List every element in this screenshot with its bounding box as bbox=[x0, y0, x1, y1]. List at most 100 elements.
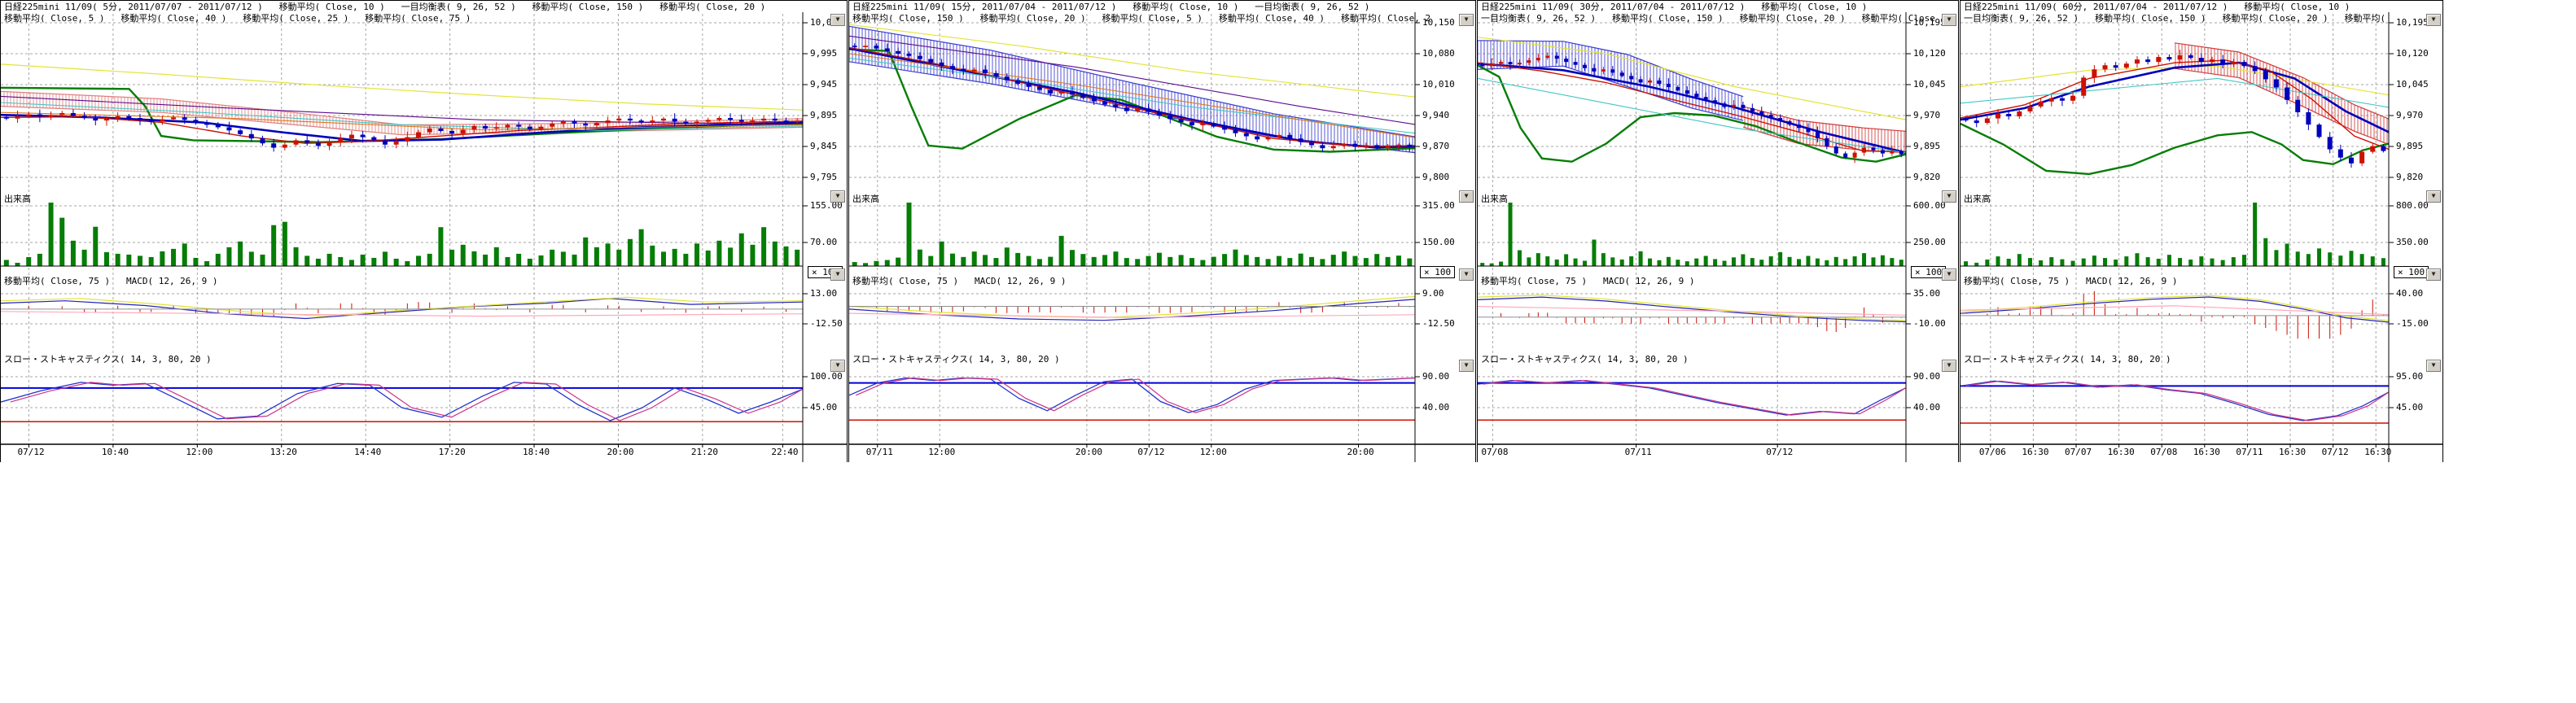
stochastic-axis-label: 100.00 bbox=[810, 372, 843, 382]
volume-section-label: 出来高 bbox=[4, 194, 31, 204]
price-axis-label: 9,895 bbox=[2396, 142, 2423, 151]
price-axis-label: 9,870 bbox=[1422, 142, 1449, 151]
time-axis-label: 20:00 bbox=[1076, 448, 1102, 457]
axis-lines bbox=[849, 12, 1476, 462]
time-axis-label: 07/12 bbox=[2322, 448, 2349, 457]
price-axis-label: 9,895 bbox=[810, 111, 837, 120]
pane-dropdown-button[interactable]: ▼ bbox=[2426, 190, 2441, 203]
price-chart-canvas[interactable] bbox=[1, 1, 848, 462]
time-axis-label: 12:00 bbox=[928, 448, 955, 457]
price-axis-label: 9,820 bbox=[2396, 172, 2423, 182]
macd-axis-label: 9.00 bbox=[1422, 289, 1444, 299]
pane-dropdown-button[interactable]: ▼ bbox=[2426, 269, 2441, 281]
pane-dropdown-button[interactable]: ▼ bbox=[1942, 360, 1956, 372]
price-axis-label: 9,800 bbox=[1422, 172, 1449, 182]
dropdown-arrow-icon: ▼ bbox=[2432, 15, 2436, 23]
stochastic-axis-label: 40.00 bbox=[1913, 403, 1940, 413]
dropdown-arrow-icon: ▼ bbox=[1947, 15, 1952, 23]
pane-dropdown-button[interactable]: ▼ bbox=[1942, 269, 1956, 281]
time-axis-label: 18:40 bbox=[523, 448, 550, 457]
time-axis-label: 14:40 bbox=[354, 448, 381, 457]
macd-section-label: 移動平均( Close, 75 ) MACD( 12, 26, 9 ) bbox=[4, 276, 218, 286]
dropdown-arrow-icon: ▼ bbox=[1947, 192, 1952, 199]
grid-lines bbox=[1, 14, 803, 444]
pane-dropdown-button[interactable]: ▼ bbox=[1942, 190, 1956, 203]
stochastic-axis-label: 40.00 bbox=[1422, 403, 1449, 413]
volume-bars bbox=[849, 203, 1415, 266]
price-axis-label: 9,970 bbox=[1913, 111, 1940, 120]
time-axis-label: 20:00 bbox=[607, 448, 633, 457]
price-axis-label: 9,895 bbox=[1913, 142, 1940, 151]
panel-title: 日経225mini 11/09( 5分, 2011/07/07 - 2011/0… bbox=[4, 2, 765, 12]
pane-dropdown-button[interactable]: ▼ bbox=[1459, 360, 1474, 372]
macd-axis-label: -12.50 bbox=[1422, 319, 1455, 329]
macd-axis-label: 40.00 bbox=[2396, 289, 2423, 299]
macd-plot bbox=[849, 296, 1415, 320]
time-axis-label: 16:30 bbox=[2108, 448, 2135, 457]
volume-axis-label: 150.00 bbox=[1422, 238, 1455, 247]
price-chart-canvas[interactable] bbox=[1960, 1, 2443, 462]
pane-dropdown-button[interactable]: ▼ bbox=[830, 269, 845, 281]
moving-average-lines bbox=[1478, 37, 1906, 162]
pane-dropdown-button[interactable]: ▼ bbox=[1459, 14, 1474, 26]
panel-title: 日経225mini 11/09( 15分, 2011/07/04 - 2011/… bbox=[852, 2, 1369, 12]
price-axis-label: 9,795 bbox=[810, 172, 837, 182]
time-axis-label: 13:20 bbox=[270, 448, 297, 457]
volume-axis-label: 70.00 bbox=[810, 238, 837, 247]
macd-axis-label: -10.00 bbox=[1913, 319, 1946, 329]
macd-axis-label: -15.00 bbox=[2396, 319, 2429, 329]
grid-lines bbox=[1478, 14, 1906, 444]
macd-section-label: 移動平均( Close, 75 ) MACD( 12, 26, 9 ) bbox=[1964, 276, 2178, 286]
volume-axis-label: 350.00 bbox=[2396, 238, 2429, 247]
stochastics-plot bbox=[849, 378, 1415, 421]
price-axis-label: 9,995 bbox=[810, 49, 837, 59]
dropdown-arrow-icon: ▼ bbox=[1465, 15, 1469, 23]
volume-bars bbox=[1, 203, 803, 266]
axis-lines bbox=[1478, 12, 1959, 462]
stochastic-axis-label: 90.00 bbox=[1422, 372, 1449, 382]
price-chart-canvas[interactable] bbox=[1478, 1, 1959, 462]
indicator-legend: 一目均衡表( 9, 26, 52 ) 移動平均( Close, 150 ) 移動… bbox=[1481, 13, 1935, 24]
indicator-legend: 移動平均( Close, 5 ) 移動平均( Close, 40 ) 移動平均(… bbox=[4, 13, 471, 24]
dropdown-arrow-icon: ▼ bbox=[1465, 192, 1469, 199]
charting-app-window: 日経225mini 11/09( 5分, 2011/07/07 - 2011/0… bbox=[0, 0, 2576, 703]
time-axis-label: 12:00 bbox=[1200, 448, 1227, 457]
volume-axis-label: 600.00 bbox=[1913, 201, 1946, 211]
pane-dropdown-button[interactable]: ▼ bbox=[830, 360, 845, 372]
price-axis-label: 10,195 bbox=[2396, 18, 2429, 28]
stochastics-section-label: スロー・ストキャスティクス( 14, 3, 80, 20 ) bbox=[1964, 354, 2171, 365]
stochastic-axis-label: 45.00 bbox=[810, 403, 837, 413]
time-axis-label: 07/08 bbox=[1481, 448, 1508, 457]
pane-dropdown-button[interactable]: ▼ bbox=[2426, 14, 2441, 26]
panel-title: 日経225mini 11/09( 60分, 2011/07/04 - 2011/… bbox=[1964, 2, 2350, 12]
stochastic-axis-label: 45.00 bbox=[2396, 403, 2423, 413]
indicator-legend: 一目均衡表( 9, 26, 52 ) 移動平均( Close, 150 ) 移動… bbox=[1964, 13, 2385, 24]
pane-dropdown-button[interactable]: ▼ bbox=[830, 14, 845, 26]
stochastics-section-label: スロー・ストキャスティクス( 14, 3, 80, 20 ) bbox=[1481, 354, 1689, 365]
time-axis-label: 16:30 bbox=[2022, 448, 2048, 457]
volume-axis-label: 315.00 bbox=[1422, 201, 1455, 211]
macd-section-label: 移動平均( Close, 75 ) MACD( 12, 26, 9 ) bbox=[852, 276, 1067, 286]
price-chart-canvas[interactable] bbox=[849, 1, 1476, 462]
volume-section-label: 出来高 bbox=[1481, 194, 1508, 204]
price-axis-label: 9,940 bbox=[1422, 111, 1449, 120]
pane-dropdown-button[interactable]: ▼ bbox=[2426, 360, 2441, 372]
volume-multiplier-badge: × 100 bbox=[1420, 266, 1455, 278]
pane-dropdown-button[interactable]: ▼ bbox=[830, 190, 845, 203]
chart-panel-30min: 日経225mini 11/09( 30分, 2011/07/04 - 2011/… bbox=[1477, 0, 1959, 462]
stochastics-plot bbox=[1, 382, 803, 421]
volume-multiplier-badge: × 100 bbox=[1911, 266, 1946, 278]
dropdown-arrow-icon: ▼ bbox=[1947, 361, 1952, 369]
pane-dropdown-button[interactable]: ▼ bbox=[1459, 190, 1474, 203]
dropdown-arrow-icon: ▼ bbox=[1947, 270, 1952, 277]
dropdown-arrow-icon: ▼ bbox=[836, 270, 840, 277]
indicator-legend: 移動平均( Close, 150 ) 移動平均( Close, 20 ) 移動平… bbox=[852, 13, 1430, 24]
pane-dropdown-button[interactable]: ▼ bbox=[1942, 14, 1956, 26]
volume-axis-label: 800.00 bbox=[2396, 201, 2429, 211]
time-axis-label: 07/11 bbox=[1625, 448, 1652, 457]
price-axis-label: 9,945 bbox=[810, 80, 837, 90]
price-axis-label: 10,080 bbox=[1422, 49, 1455, 59]
pane-dropdown-button[interactable]: ▼ bbox=[1459, 269, 1474, 281]
price-axis-label: 10,120 bbox=[1913, 49, 1946, 59]
volume-bars bbox=[1478, 203, 1906, 266]
